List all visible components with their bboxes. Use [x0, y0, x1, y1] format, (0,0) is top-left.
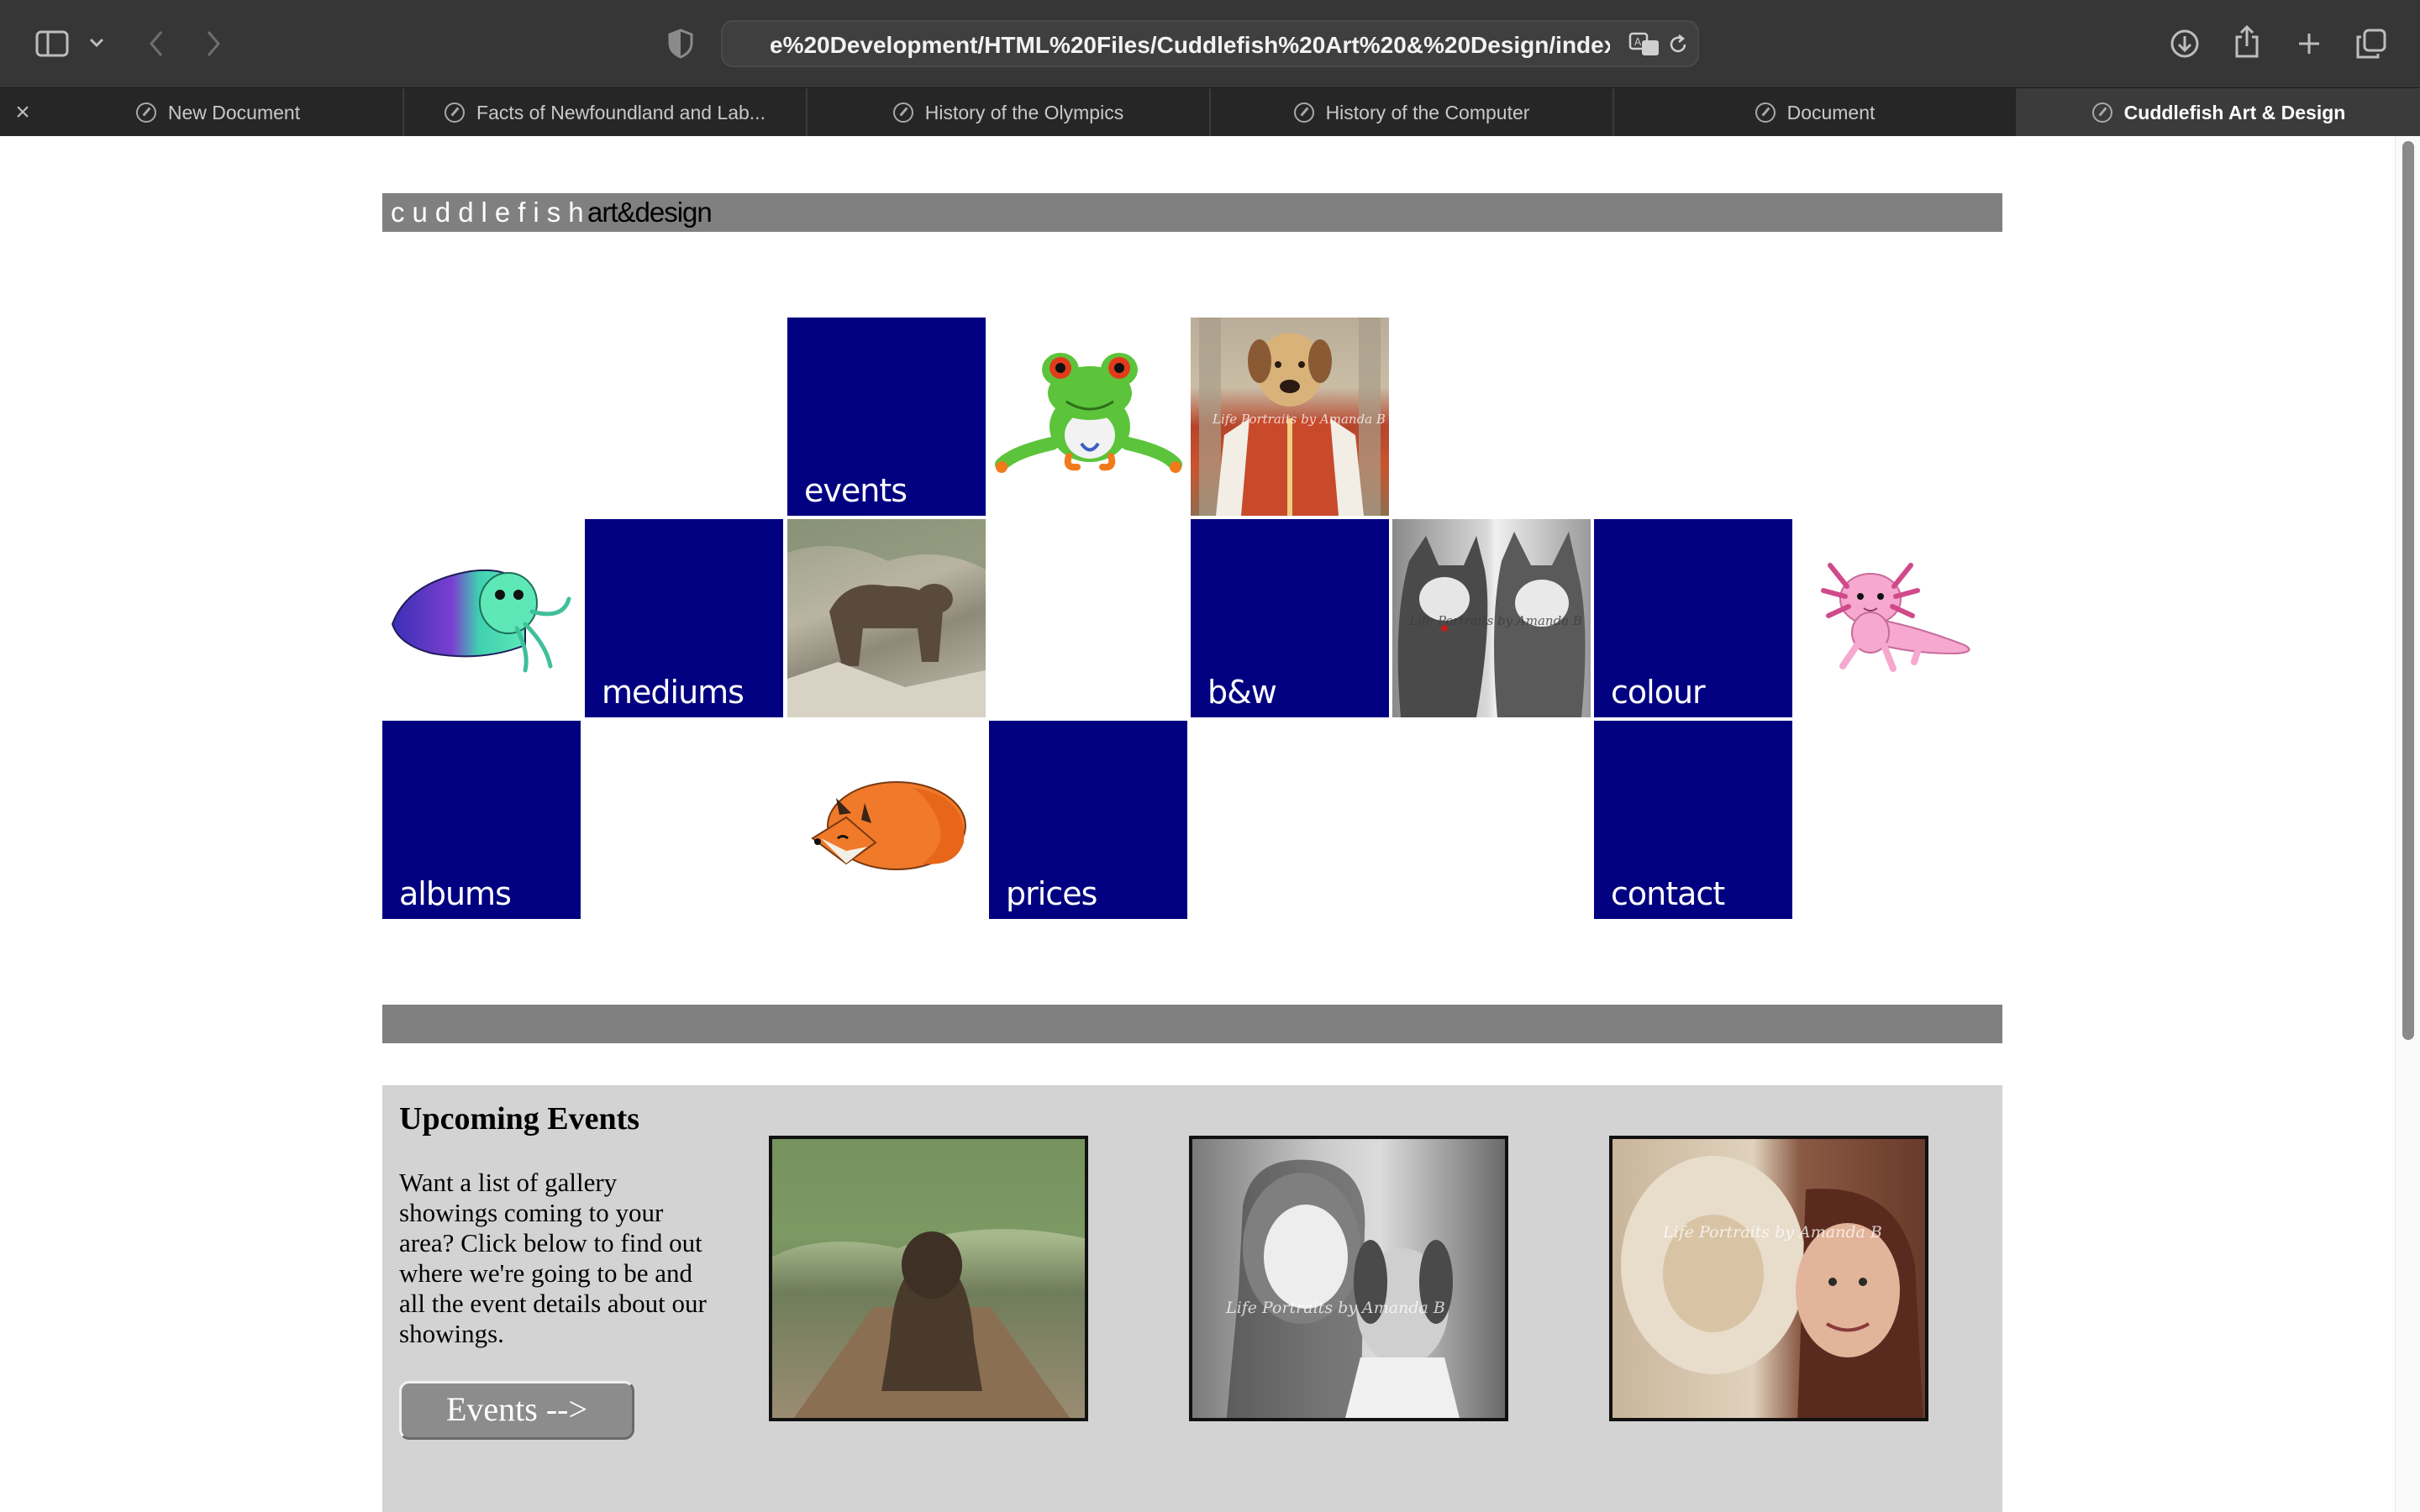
site-header: cuddlefish art&design: [382, 193, 2002, 232]
chevron-down-icon[interactable]: [84, 30, 109, 55]
sidebar-icon[interactable]: [34, 25, 71, 62]
compass-icon: [1754, 102, 1776, 123]
page-scrollbar[interactable]: [2395, 136, 2420, 1512]
scrollbar-thumb[interactable]: [2402, 141, 2414, 1040]
tab-label: Document: [1786, 101, 1876, 123]
nav-prices-label: prices: [1006, 875, 1097, 912]
shield-icon[interactable]: [664, 25, 697, 62]
new-tab-icon[interactable]: [2291, 25, 2328, 62]
nav-mediums-label: mediums: [602, 674, 744, 711]
tab-label: History of the Computer: [1325, 101, 1530, 123]
address-text[interactable]: e%20Development/HTML%20Files/Cuddlefish%…: [770, 22, 1610, 69]
watermark: Life Portraits by Amanda B: [1409, 613, 1582, 628]
cuttlefish-illustration: [382, 519, 581, 717]
compass-icon: [2091, 102, 2112, 123]
share-icon[interactable]: [2228, 22, 2265, 62]
tab-document[interactable]: Document: [1614, 88, 2018, 137]
nav-bw-label: b&w: [1207, 674, 1277, 711]
section-divider: [382, 1005, 2002, 1043]
photo-woman-lion: Life Portraits by Amanda B: [1609, 1136, 1928, 1421]
nav-contact[interactable]: contact: [1594, 721, 1792, 919]
tab-overview-icon[interactable]: [2353, 25, 2390, 62]
nav-events-label: events: [804, 472, 908, 509]
nav-prices[interactable]: prices: [989, 721, 1187, 919]
site-name: cuddlefish: [391, 197, 592, 228]
translate-icon[interactable]: A: [1628, 30, 1660, 59]
tab-history-computer[interactable]: History of the Computer: [1211, 88, 1614, 137]
tab-bar: × New Document Facts of Newfoundland and…: [0, 87, 2420, 137]
watermark: Life Portraits by Amanda B: [1213, 412, 1386, 427]
tab-label: History of the Olympics: [924, 101, 1124, 123]
tab-history-olympics[interactable]: History of the Olympics: [808, 88, 1211, 137]
nav-contact-label: contact: [1611, 875, 1725, 912]
photo-woman-beagle: Life Portraits by Amanda B: [1189, 1136, 1508, 1421]
nav-colour[interactable]: colour: [1594, 519, 1792, 717]
photo-cats-bw: Life Portraits by Amanda B: [1392, 519, 1591, 717]
photo-dog-rocks: [787, 519, 986, 717]
tab-label: Facts of Newfoundland and Lab...: [476, 101, 765, 123]
address-bar[interactable]: e%20Development/HTML%20Files/Cuddlefish%…: [721, 20, 1699, 67]
nav-colour-label: colour: [1611, 674, 1706, 711]
tab-new-document[interactable]: New Document: [0, 88, 404, 137]
events-heading: Upcoming Events: [399, 1101, 640, 1137]
watermark: Life Portraits by Amanda B: [1663, 1223, 1882, 1242]
photo-dog-boat: [769, 1136, 1088, 1421]
back-icon[interactable]: [139, 25, 173, 62]
site-name-suffix: art&design: [587, 197, 713, 228]
download-icon[interactable]: [2166, 25, 2203, 62]
browser-chrome: e%20Development/HTML%20Files/Cuddlefish%…: [0, 0, 2420, 137]
forward-icon[interactable]: [197, 25, 230, 62]
nav-grid: events Life Portraits by Amanda B medium…: [382, 318, 2002, 924]
svg-text:A: A: [1634, 36, 1642, 48]
compass-icon: [892, 102, 913, 123]
tab-facts-newfoundland[interactable]: Facts of Newfoundland and Lab...: [404, 88, 808, 137]
page-viewport: cuddlefish art&design events Life Portra…: [0, 136, 2420, 1512]
axolotl-illustration: [1797, 519, 1995, 717]
compass-icon: [445, 102, 466, 123]
nav-mediums[interactable]: mediums: [585, 519, 783, 717]
compass-icon: [1293, 102, 1314, 123]
reload-icon[interactable]: [1665, 32, 1691, 57]
compass-icon: [135, 102, 156, 123]
frog-illustration: [989, 318, 1187, 516]
tab-label: New Document: [167, 101, 301, 123]
nav-albums-label: albums: [399, 875, 512, 912]
tab-label: Cuddlefish Art & Design: [2123, 101, 2346, 123]
browser-toolbar: e%20Development/HTML%20Files/Cuddlefish%…: [0, 0, 2420, 87]
nav-bw[interactable]: b&w: [1191, 519, 1389, 717]
fox-illustration: [787, 721, 986, 919]
nav-events[interactable]: events: [787, 318, 986, 516]
events-button[interactable]: Events -->: [399, 1381, 634, 1440]
photo-dog-portrait: Life Portraits by Amanda B: [1191, 318, 1389, 516]
nav-albums[interactable]: albums: [382, 721, 581, 919]
tab-cuddlefish[interactable]: Cuddlefish Art & Design: [2018, 88, 2420, 137]
upcoming-events-section: Upcoming Events Want a list of gallery s…: [382, 1085, 2002, 1512]
watermark: Life Portraits by Amanda B: [1226, 1299, 1445, 1317]
events-description: Want a list of gallery showings coming t…: [399, 1168, 707, 1348]
